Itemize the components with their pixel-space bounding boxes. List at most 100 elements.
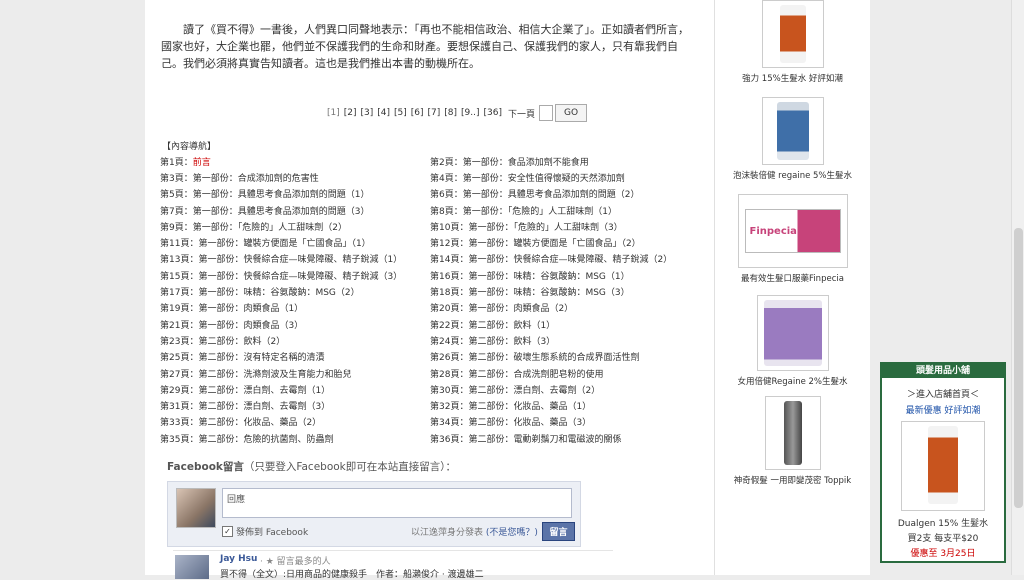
toc-item[interactable]: 第35頁：第二部份：危險的抗菌劑、防蟲劑: [160, 432, 430, 445]
toc-link[interactable]: 第一部份：「危險的」人工甜味劑（2）: [193, 223, 347, 233]
not-you-link[interactable]: (不是您嗎？): [486, 528, 538, 538]
product-item-3[interactable]: Finpecia 最有效生髮口服藥Finpecia: [715, 194, 870, 284]
product-caption-3[interactable]: 最有效生髮口服藥Finpecia: [715, 272, 870, 284]
toc-item[interactable]: 第21頁：第一部份：肉類食品（3）: [160, 318, 430, 331]
toc-item[interactable]: 第4頁：第一部份：安全性值得懷疑的天然添加劑: [430, 171, 700, 184]
toc-item[interactable]: 第8頁：第一部份：「危險的」人工甜味劑（1）: [430, 204, 700, 217]
go-button[interactable]: GO: [554, 104, 588, 122]
toc-item[interactable]: 第30頁：第二部份：漂白劑、去霉劑（2）: [430, 383, 700, 396]
toc-link[interactable]: 第二部份：電動剃鬚刀和電磁波的關係: [468, 435, 621, 445]
toc-link[interactable]: 第一部份：肉類食品（1）: [198, 304, 303, 314]
toc-item[interactable]: 第23頁：第二部份：飲料（2）: [160, 334, 430, 347]
toc-item[interactable]: 第5頁：第一部份：具體思考食品添加劑的問題（1）: [160, 187, 430, 200]
toc-item[interactable]: 第3頁：第一部份：合成添加劑的危害性: [160, 171, 430, 184]
toc-item[interactable]: 第1頁：前言: [160, 155, 430, 168]
toc-link[interactable]: 第一部份：食品添加劑不能食用: [463, 158, 589, 168]
toc-link[interactable]: 第一部份：具體思考食品添加劑的問題（1）: [193, 190, 370, 200]
toc-link[interactable]: 第一部份：肉類食品（2）: [468, 304, 573, 314]
product-item-5[interactable]: 神奇假髮 一用即變茂密 Toppik: [715, 396, 870, 486]
page-link-8[interactable]: [8]: [444, 108, 457, 118]
toc-link[interactable]: 第一部份：肉類食品（3）: [198, 321, 303, 331]
commenter-avatar[interactable]: [175, 555, 209, 579]
toc-item[interactable]: 第12頁：第一部份：罐裝方便面是「亡國食品」（2）: [430, 236, 700, 249]
toc-item[interactable]: 第9頁：第一部份：「危險的」人工甜味劑（2）: [160, 220, 430, 233]
toc-link[interactable]: 第一部份：具體思考食品添加劑的問題（2）: [463, 190, 640, 200]
page-link-36[interactable]: [36]: [483, 108, 501, 118]
page-link-6[interactable]: [6]: [411, 108, 424, 118]
toc-item[interactable]: 第28頁：第二部份：合成洗劑肥皂粉的使用: [430, 367, 700, 380]
comment-input[interactable]: 回應: [222, 488, 572, 518]
toc-item[interactable]: 第6頁：第一部份：具體思考食品添加劑的問題（2）: [430, 187, 700, 200]
commenter-name[interactable]: Jay Hsu: [220, 554, 257, 564]
ad-product-image[interactable]: [901, 421, 985, 511]
toc-item[interactable]: 第13頁：第一部份：快餐綜合症—味覺障礙、精子銳減（1）: [160, 252, 430, 265]
toc-item[interactable]: 第27頁：第二部份：洗滌劑波及生育能力和胎兒: [160, 367, 430, 380]
toc-item[interactable]: 第15頁：第一部份：快餐綜合症—味覺障礙、精子銳減（3）: [160, 269, 430, 282]
page-number-input[interactable]: [538, 105, 553, 121]
post-comment-button[interactable]: 留言: [542, 522, 575, 541]
toc-link[interactable]: 第二部份：化妝品、藥品（2）: [198, 418, 321, 428]
toc-link[interactable]: 第一部份：「危險的」人工甜味劑（1）: [463, 207, 617, 217]
toc-item[interactable]: 第14頁：第一部份：快餐綜合症—味覺障礙、精子銳減（2）: [430, 252, 700, 265]
post-to-facebook-checkbox[interactable]: ✓: [222, 526, 233, 537]
toc-link[interactable]: 第一部份：罐裝方便面是「亡國食品」（2）: [468, 239, 640, 249]
page-link-2[interactable]: [2]: [344, 108, 357, 118]
toc-link[interactable]: 第一部份：具體思考食品添加劑的問題（3）: [193, 207, 370, 217]
product-item-2[interactable]: 泡沫裝倍健 regaine 5%生髮水: [715, 97, 870, 181]
product-item-4[interactable]: 女用倍健Regaine 2%生髮水: [715, 295, 870, 387]
toc-item[interactable]: 第29頁：第二部份：漂白劑、去霉劑（1）: [160, 383, 430, 396]
toc-link[interactable]: 第一部份：味精：谷氨酸鈉：MSG（2）: [198, 288, 359, 298]
toc-link[interactable]: 第二部份：化妝品、藥品（3）: [468, 418, 591, 428]
toc-link[interactable]: 第一部份：安全性值得懷疑的天然添加劑: [463, 174, 625, 184]
toc-link[interactable]: 第一部份：合成添加劑的危害性: [193, 174, 319, 184]
toc-link[interactable]: 第二部份：飲料（2）: [198, 337, 285, 347]
toc-item[interactable]: 第24頁：第二部份：飲料（3）: [430, 334, 700, 347]
page-link-4[interactable]: [4]: [377, 108, 390, 118]
toc-link[interactable]: 第二部份：漂白劑、去霉劑（1）: [198, 386, 330, 396]
product-caption-5[interactable]: 神奇假髮 一用即變茂密 Toppik: [715, 474, 870, 486]
toc-item[interactable]: 第26頁：第二部份：破壞生態系統的合成界面活性劑: [430, 350, 700, 363]
product-image-5[interactable]: [764, 396, 821, 470]
toc-link[interactable]: 第一部份：快餐綜合症—味覺障礙、精子銳減（3）: [198, 272, 402, 282]
product-item-1[interactable]: 強力 15%生髮水 好評如潮: [715, 0, 870, 84]
toc-link[interactable]: 第二部份：飲料（1）: [468, 321, 555, 331]
toc-item[interactable]: 第17頁：第一部份：味精：谷氨酸鈉：MSG（2）: [160, 285, 430, 298]
toc-item[interactable]: 第32頁：第二部份：化妝品、藥品（1）: [430, 399, 700, 412]
toc-link[interactable]: 第一部份：快餐綜合症—味覺障礙、精子銳減（1）: [198, 255, 402, 265]
toc-item[interactable]: 第18頁：第一部份：味精：谷氨酸鈉：MSG（3）: [430, 285, 700, 298]
toc-item[interactable]: 第22頁：第二部份：飲料（1）: [430, 318, 700, 331]
toc-link[interactable]: 第二部份：化妝品、藥品（1）: [468, 402, 591, 412]
toc-item[interactable]: 第10頁：第一部份：「危險的」人工甜味劑（3）: [430, 220, 700, 233]
page-link-7[interactable]: [7]: [428, 108, 441, 118]
ad-promo-link[interactable]: 最新優惠 好評如潮: [882, 403, 1004, 416]
toc-link[interactable]: 第一部份：味精：谷氨酸鈉：MSG（1）: [468, 272, 629, 282]
product-image-1[interactable]: [761, 0, 824, 68]
toc-link[interactable]: 第一部份：味精：谷氨酸鈉：MSG（3）: [468, 288, 629, 298]
product-caption-1[interactable]: 強力 15%生髮水 好評如潮: [715, 72, 870, 84]
toc-link[interactable]: 第二部份：沒有特定名稱的清漬: [198, 353, 324, 363]
toc-link[interactable]: 第一部份：快餐綜合症—味覺障礙、精子銳減（2）: [468, 255, 672, 265]
toc-item[interactable]: 第34頁：第二部份：化妝品、藥品（3）: [430, 415, 700, 428]
toc-link[interactable]: 第二部份：漂白劑、去霉劑（3）: [198, 402, 330, 412]
toc-item[interactable]: 第36頁：第二部份：電動剃鬚刀和電磁波的關係: [430, 432, 700, 445]
toc-link[interactable]: 第一部份：罐裝方便面是「亡國食品」（1）: [198, 239, 370, 249]
page-link-more[interactable]: [9..]: [461, 108, 479, 118]
toc-item[interactable]: 第19頁：第一部份：肉類食品（1）: [160, 301, 430, 314]
toc-item[interactable]: 第7頁：第一部份：具體思考食品添加劑的問題（3）: [160, 204, 430, 217]
product-caption-4[interactable]: 女用倍健Regaine 2%生髮水: [715, 375, 870, 387]
toc-link[interactable]: 第二部份：飲料（3）: [468, 337, 555, 347]
page-link-3[interactable]: [3]: [361, 108, 374, 118]
next-page-link[interactable]: 下一頁: [508, 107, 535, 120]
product-image-2[interactable]: [761, 97, 824, 165]
toc-link[interactable]: 前言: [193, 158, 211, 168]
ad-store-link[interactable]: ＞進入店舖首頁＜: [882, 387, 1004, 400]
toc-item[interactable]: 第16頁：第一部份：味精：谷氨酸鈉：MSG（1）: [430, 269, 700, 282]
toc-link[interactable]: 第二部份：漂白劑、去霉劑（2）: [468, 386, 600, 396]
scrollbar-thumb[interactable]: [1014, 228, 1023, 508]
toc-link[interactable]: 第二部份：洗滌劑波及生育能力和胎兒: [198, 370, 351, 380]
toc-link[interactable]: 第二部份：破壞生態系統的合成界面活性劑: [468, 353, 639, 363]
toc-item[interactable]: 第2頁：第一部份：食品添加劑不能食用: [430, 155, 700, 168]
toc-link[interactable]: 第一部份：「危險的」人工甜味劑（3）: [468, 223, 622, 233]
product-image-3[interactable]: Finpecia: [737, 194, 848, 268]
page-scrollbar[interactable]: [1011, 0, 1024, 575]
